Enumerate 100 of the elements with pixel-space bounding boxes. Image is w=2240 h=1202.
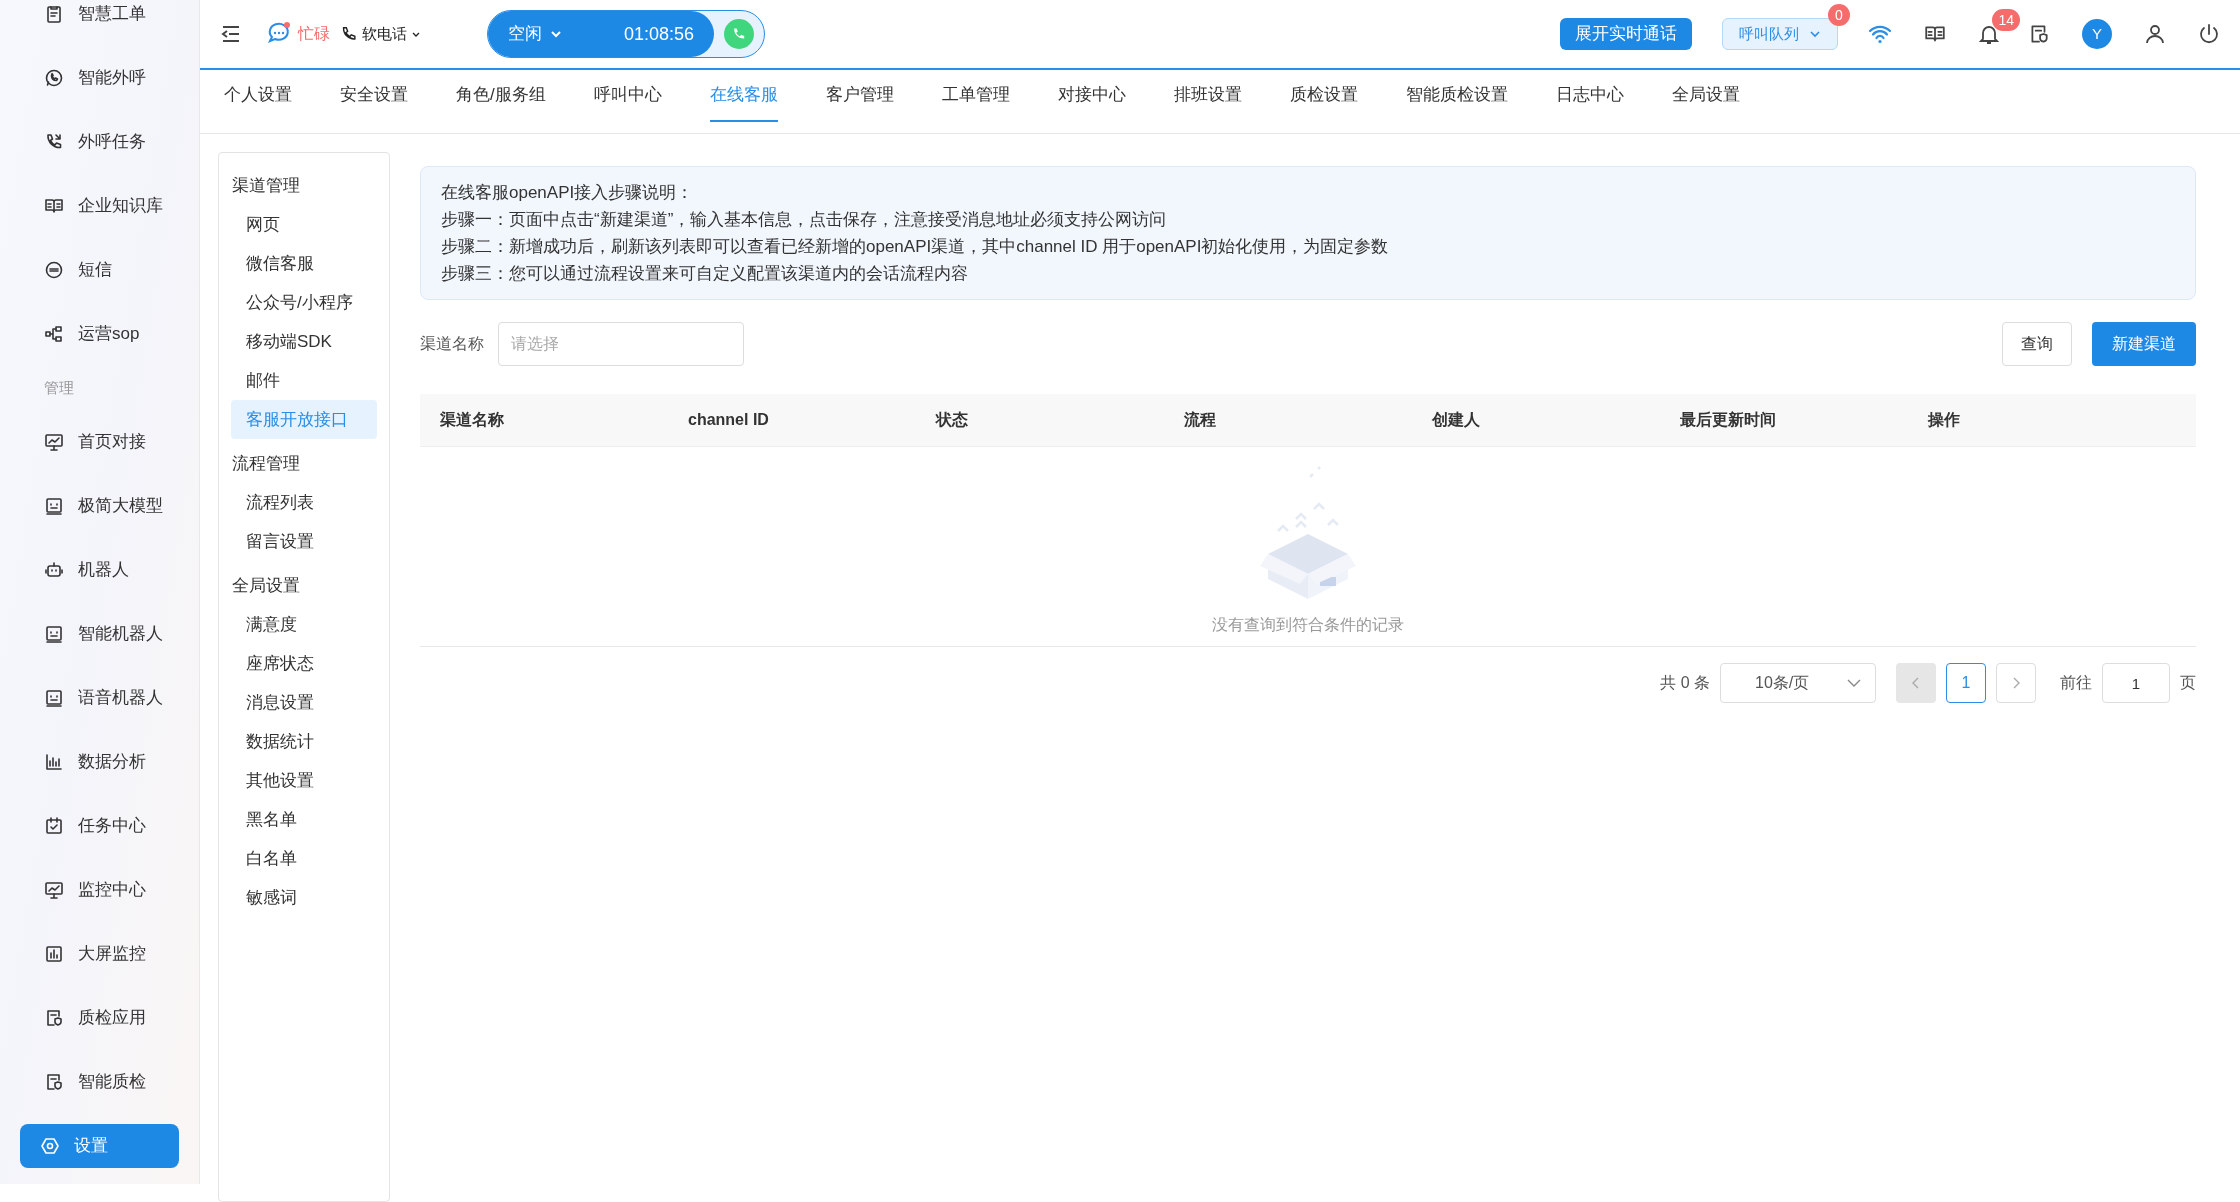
presence-status: 忙碌 bbox=[298, 24, 330, 44]
shield-document-icon bbox=[44, 1072, 64, 1092]
settings-tab[interactable]: 安全设置 bbox=[340, 70, 408, 122]
sidebar-item[interactable]: 监控中心 bbox=[0, 858, 199, 922]
live-call-button[interactable]: 展开实时通话 bbox=[1560, 18, 1692, 50]
bar-chart-icon bbox=[44, 752, 64, 772]
subnav-item[interactable]: 黑名单 bbox=[231, 800, 377, 839]
subnav-item[interactable]: 微信客服 bbox=[231, 244, 377, 283]
info-text: 步骤一：页面中点击“新建渠道”，输入基本信息，点击保存，注意接受消息地址必须支持公网访问 bbox=[441, 209, 1168, 231]
sidebar-item[interactable]: 外呼任务 bbox=[0, 110, 199, 174]
settings-tab[interactable]: 客户管理 bbox=[825, 70, 894, 122]
sidebar-item[interactable]: 短信 bbox=[0, 238, 199, 302]
robot-icon bbox=[44, 560, 64, 580]
settings-tab[interactable]: 质检设置 bbox=[1289, 70, 1358, 122]
count-badge: 14 bbox=[1992, 9, 2020, 31]
power-icon bbox=[2198, 23, 2220, 45]
column-header: channel ID bbox=[688, 410, 770, 430]
flowchart-icon bbox=[44, 324, 64, 344]
subnav-item[interactable]: 留言设置 bbox=[231, 522, 377, 561]
chevron-down-icon bbox=[1809, 29, 1821, 39]
sidebar-item[interactable]: 智能外呼 bbox=[0, 46, 199, 110]
book-icon bbox=[44, 196, 64, 216]
sidebar-item[interactable]: 设置 bbox=[20, 1124, 179, 1168]
subnav-item[interactable]: 网页 bbox=[231, 205, 377, 244]
column-header: 流程 bbox=[1184, 410, 1217, 430]
settings-tab[interactable]: 智能质检设置 bbox=[1405, 70, 1508, 122]
previous-page-button[interactable] bbox=[1896, 663, 1936, 703]
user-avatar[interactable]: Y bbox=[2082, 19, 2112, 49]
info-text: 在线客服openAPI接入步骤说明： bbox=[441, 182, 695, 204]
goto-label: 前往 bbox=[2060, 673, 2092, 693]
calendar-check-icon bbox=[44, 816, 64, 836]
info-text: 步骤二：新增成功后，刷新该列表即可以查看已经新增的openAPI渠道，其中channel ID 用于openAPI初始化使用，为固定参数 bbox=[441, 236, 1390, 258]
subnav-item[interactable]: 座席状态 bbox=[231, 644, 377, 683]
caret-icon bbox=[411, 30, 421, 38]
total-count: 共 0 条 bbox=[1660, 673, 1710, 693]
clipboard-icon bbox=[44, 4, 64, 24]
sidebar-item[interactable]: 企业知识库 bbox=[0, 174, 199, 238]
sidebar-item[interactable]: 语音机器人 bbox=[0, 666, 199, 730]
robot-face-icon bbox=[44, 624, 64, 644]
settings-tab[interactable]: 在线客服 bbox=[709, 70, 778, 122]
user-icon bbox=[2144, 23, 2166, 45]
column-header: 创建人 bbox=[1432, 410, 1481, 430]
subnav-item[interactable]: 其他设置 bbox=[231, 761, 377, 800]
settings-tab[interactable]: 全局设置 bbox=[1671, 70, 1740, 122]
field-label: 渠道名称 bbox=[420, 334, 484, 354]
sidebar-item[interactable]: 智能质检 bbox=[0, 1050, 199, 1114]
chevron-left-icon bbox=[1912, 677, 1920, 689]
sidebar-item[interactable]: 大屏监控 bbox=[0, 922, 199, 986]
settings-tab[interactable]: 角色/服务组 bbox=[456, 70, 546, 122]
chevron-down-icon bbox=[550, 29, 562, 39]
settings-tab[interactable]: 日志中心 bbox=[1555, 70, 1624, 122]
settings-tab[interactable]: 个人设置 bbox=[224, 70, 292, 122]
call-timer: 01:08:56 bbox=[623, 22, 694, 46]
bell-icon[interactable] bbox=[1978, 23, 2000, 45]
sidebar-item[interactable]: 任务中心 bbox=[0, 794, 199, 858]
chevron-down-icon bbox=[1847, 678, 1861, 688]
sidebar-item[interactable]: 首页对接 bbox=[0, 410, 199, 474]
sidebar-item[interactable]: 质检应用 bbox=[0, 986, 199, 1050]
column-header: 状态 bbox=[936, 410, 969, 430]
settings-tab[interactable]: 排班设置 bbox=[1173, 70, 1242, 122]
sidebar-item[interactable]: 数据分析 bbox=[0, 730, 199, 794]
new-channel-button[interactable]: 新建渠道 bbox=[2092, 322, 2196, 366]
settings-tab[interactable]: 对接中心 bbox=[1057, 70, 1126, 122]
wifi-icon bbox=[1868, 23, 1892, 45]
subnav-item[interactable]: 流程列表 bbox=[231, 483, 377, 522]
sidebar-item[interactable]: 极简大模型 bbox=[0, 474, 199, 538]
settings-tab[interactable]: 工单管理 bbox=[941, 70, 1010, 122]
subnav-item[interactable]: 移动端SDK bbox=[231, 322, 377, 361]
page-suffix: 页 bbox=[2180, 673, 2196, 693]
page-button[interactable]: 1 bbox=[1946, 663, 1986, 703]
sidebar-item[interactable]: 运营sop bbox=[0, 302, 199, 366]
monitor-chart-icon bbox=[44, 880, 64, 900]
info-text: 步骤三：您可以通过流程设置来可自定义配置该渠道内的会话流程内容 bbox=[441, 263, 969, 285]
sidebar-item[interactable]: 智能机器人 bbox=[0, 602, 199, 666]
subnav-item[interactable]: 满意度 bbox=[231, 605, 377, 644]
channel-name-field[interactable]: 请选择 bbox=[498, 322, 744, 366]
menu-icon bbox=[220, 23, 242, 45]
empty-message: 没有查询到符合条件的记录 bbox=[1212, 615, 1404, 635]
sidebar-item[interactable]: 机器人 bbox=[0, 538, 199, 602]
call-button[interactable] bbox=[724, 19, 754, 49]
subnav-item[interactable]: 数据统计 bbox=[231, 722, 377, 761]
group-heading: 全局设置 bbox=[231, 575, 301, 598]
query-button[interactable]: 查询 bbox=[2002, 322, 2072, 366]
column-header: 最后更新时间 bbox=[1680, 410, 1777, 430]
page-size-dropdown[interactable]: 10条/页 bbox=[1720, 663, 1876, 703]
settings-tab[interactable]: 呼叫中心 bbox=[593, 70, 662, 122]
robot-face-icon bbox=[44, 496, 64, 516]
subnav-item[interactable]: 白名单 bbox=[231, 839, 377, 878]
subnav-item[interactable]: 邮件 bbox=[231, 361, 377, 400]
next-page-button[interactable] bbox=[1996, 663, 2036, 703]
column-header: 渠道名称 bbox=[440, 410, 505, 430]
robot-face-icon bbox=[44, 688, 64, 708]
subnav-item[interactable]: 公众号/小程序 bbox=[231, 283, 377, 322]
softphone-dropdown[interactable]: 软电话 bbox=[340, 22, 421, 46]
page-number-field[interactable]: 1 bbox=[2102, 663, 2170, 703]
sidebar-item[interactable]: 智慧工单 bbox=[0, 0, 199, 46]
monitor-chart-icon bbox=[44, 432, 64, 452]
subnav-item[interactable]: 敏感词 bbox=[231, 878, 377, 917]
subnav-item[interactable]: 消息设置 bbox=[231, 683, 377, 722]
status-dropdown[interactable]: 空闲 bbox=[508, 21, 562, 47]
